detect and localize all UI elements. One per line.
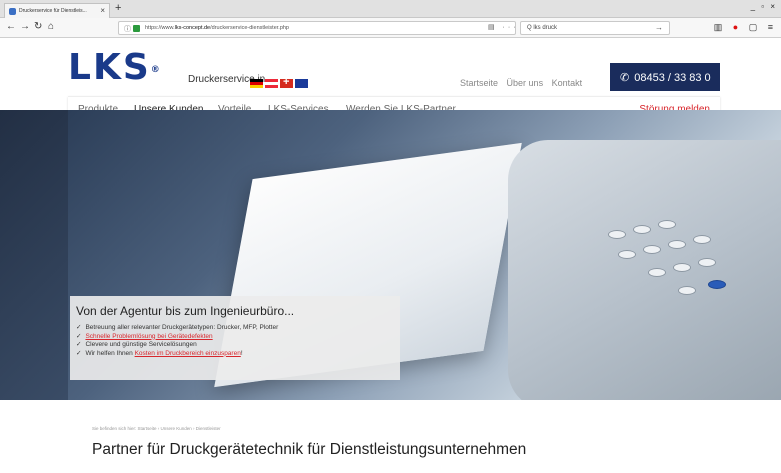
reload-icon[interactable]: ↻: [34, 21, 42, 32]
forward-icon[interactable]: →: [20, 21, 30, 32]
hero-title: Von der Agentur bis zum Ingenieurbüro...: [76, 304, 295, 318]
hero-info-box: Von der Agentur bis zum Ingenieurbüro...…: [70, 296, 400, 380]
top-link-ueber-uns[interactable]: Über uns: [507, 78, 544, 88]
hero-bullet: ✓ Wir helfen Ihnen Kosten im Druckbereich…: [76, 350, 394, 359]
home-icon[interactable]: ⌂: [48, 21, 54, 32]
hero-left-edge: [0, 110, 68, 400]
url-host: lks-concept.de: [174, 25, 211, 31]
check-icon: ✓: [76, 332, 82, 340]
logo-text: LKS: [68, 47, 151, 88]
phone-button[interactable]: ✆ 08453 / 33 83 0: [610, 63, 720, 91]
url-prefix: https://www.: [145, 25, 175, 31]
top-link-kontakt[interactable]: Kontakt: [552, 78, 583, 88]
hero-bullet: ✓ Schnelle Problemlösung bei Gerätedefekt…: [76, 333, 394, 342]
top-link-startseite[interactable]: Startseite: [460, 78, 498, 88]
favicon-icon: [9, 8, 16, 15]
germany-flag-icon: [250, 79, 263, 89]
check-icon: ✓: [76, 341, 82, 348]
check-icon: ✓: [76, 324, 82, 331]
hero-bullet-link[interactable]: Kosten im Druckbereich einzusparen: [135, 350, 241, 357]
printer-keypad-image: [588, 220, 748, 330]
lks-logo[interactable]: LKS®: [68, 50, 162, 86]
browser-tab[interactable]: Druckerservice für Dienstleis... ×: [4, 3, 110, 18]
hero-bullet-text: Betreuung aller relevanter Druckgerätety…: [85, 324, 279, 331]
hero-bullet-text: Wir helfen Ihnen: [85, 349, 135, 357]
phone-icon: ✆: [620, 72, 630, 84]
search-go-icon[interactable]: →: [655, 23, 663, 32]
url-bar[interactable]: ⓘ https://www.lks-concept.de/druckerserv…: [118, 21, 516, 35]
search-value: Q lks druck: [527, 25, 558, 31]
browser-toolbar: ← → ↻ ⌂ ⓘ https://www.lks-concept.de/dru…: [0, 18, 781, 38]
logo-mark: ®: [150, 65, 162, 75]
country-flags: [250, 75, 310, 93]
lock-icon: [133, 25, 140, 32]
check-icon: ✓: [76, 349, 82, 357]
window-controls[interactable]: _ ▫ ×: [751, 2, 777, 11]
new-tab-button[interactable]: +: [115, 2, 121, 14]
hero-bullet-text: Clevere und günstige Servicelösungen: [85, 341, 197, 348]
hero-bullet: ✓ Betreuung aller relevanter Druckgerätet…: [76, 324, 394, 333]
austria-flag-icon: [265, 79, 278, 89]
info-icon[interactable]: ⓘ: [124, 24, 131, 34]
top-links: Startseite Über uns Kontakt: [460, 78, 588, 88]
switzerland-flag-icon: [280, 76, 293, 89]
phone-number: 08453 / 33 83 0: [634, 72, 711, 84]
back-icon[interactable]: ←: [6, 21, 16, 32]
breadcrumb: Sie befinden sich hier: Startseite › Uns…: [92, 426, 221, 431]
url-path: /druckerservice-dienstleister.php: [210, 25, 289, 31]
search-input[interactable]: Q lks druck →: [520, 21, 670, 35]
hero-bullet-text: !: [240, 349, 243, 357]
tab-title: Druckerservice für Dienstleis...: [19, 8, 87, 14]
hero-bullet: ✓ Clevere und günstige Servicelösungen: [76, 341, 394, 350]
browser-tab-bar: Druckerservice für Dienstleis... × + _ ▫…: [0, 0, 781, 18]
toolbar-extension-icons[interactable]: ▥ ● ▢ ≡: [714, 22, 777, 33]
close-tab-icon[interactable]: ×: [100, 6, 105, 15]
hero-bullet-list: ✓ Betreuung aller relevanter Druckgerätet…: [76, 324, 394, 358]
page-title: Partner für Druckgerätetechnik für Diens…: [92, 441, 527, 458]
hero-bullet-link[interactable]: Schnelle Problemlösung bei Gerätedefekte…: [85, 333, 212, 340]
eu-flag-icon: [295, 79, 308, 89]
